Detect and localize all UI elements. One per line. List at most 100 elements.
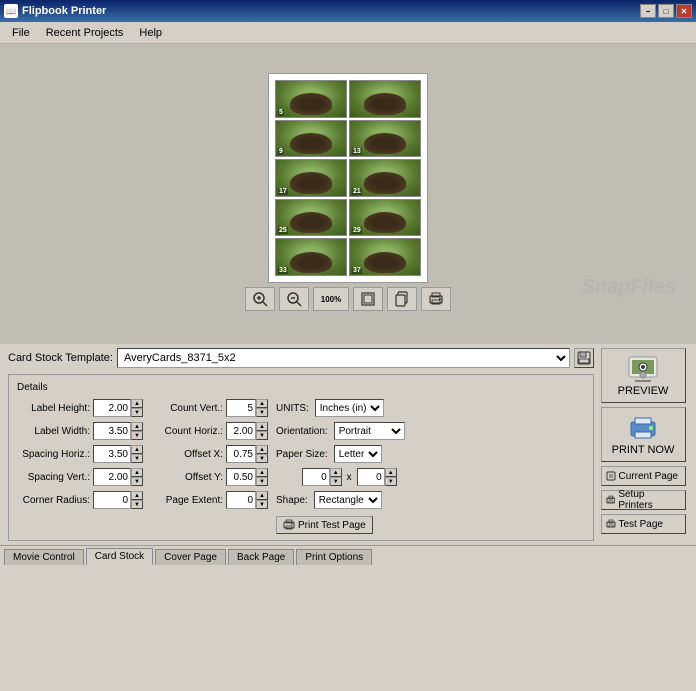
count-vert-input[interactable]: 5 ▲ ▼ bbox=[226, 399, 268, 417]
template-select[interactable]: AveryCards_8371_5x2 bbox=[117, 348, 570, 368]
current-page-button[interactable]: Current Page bbox=[601, 466, 686, 486]
count-vert-up[interactable]: ▲ bbox=[256, 399, 268, 408]
test-page-button[interactable]: Test Page bbox=[601, 514, 686, 534]
count-vert-value[interactable]: 5 bbox=[226, 399, 256, 417]
zoom-out-button[interactable] bbox=[279, 287, 309, 311]
offset-y-label: Offset Y: bbox=[151, 472, 223, 483]
label-width-value[interactable]: 3.50 bbox=[93, 422, 131, 440]
paper-size-select[interactable]: Letter A4 bbox=[334, 445, 382, 463]
paper-h-input[interactable]: ▲ ▼ bbox=[357, 468, 397, 486]
print-test-label: Print Test Page bbox=[298, 520, 366, 531]
tab-movie-control[interactable]: Movie Control bbox=[4, 549, 84, 565]
menu-help[interactable]: Help bbox=[131, 25, 170, 41]
tab-back-page[interactable]: Back Page bbox=[228, 549, 294, 565]
offset-x-label: Offset X: bbox=[151, 449, 223, 460]
offset-x-down[interactable]: ▼ bbox=[256, 454, 268, 463]
paper-preview: 5 9 13 17 21 25 29 bbox=[268, 73, 428, 283]
minimize-button[interactable]: − bbox=[640, 4, 656, 18]
corner-radius-value[interactable]: 0 bbox=[93, 491, 131, 509]
preview-toolbar: 100% bbox=[245, 283, 451, 315]
spacing-horiz-up[interactable]: ▲ bbox=[131, 445, 143, 454]
bottom-section: Card Stock Template: AveryCards_8371_5x2… bbox=[0, 344, 696, 545]
spacing-horiz-value[interactable]: 3.50 bbox=[93, 445, 131, 463]
corner-radius-up[interactable]: ▲ bbox=[131, 491, 143, 500]
label-width-input[interactable]: 3.50 ▲ ▼ bbox=[93, 422, 143, 440]
page-extent-up[interactable]: ▲ bbox=[256, 491, 268, 500]
title-bar-controls[interactable]: − □ ✕ bbox=[640, 4, 692, 18]
count-horiz-value[interactable]: 2.00 bbox=[226, 422, 256, 440]
zoom-100-button[interactable]: 100% bbox=[313, 287, 349, 311]
orientation-label: Orientation: bbox=[276, 426, 328, 437]
tab-cover-page[interactable]: Cover Page bbox=[155, 549, 226, 565]
label-height-up[interactable]: ▲ bbox=[131, 399, 143, 408]
current-page-label: Current Page bbox=[619, 471, 678, 482]
spacing-vert-down[interactable]: ▼ bbox=[131, 477, 143, 486]
offset-x-up[interactable]: ▲ bbox=[256, 445, 268, 454]
paper-cell-6: 21 bbox=[349, 159, 421, 197]
offset-y-value[interactable]: 0.50 bbox=[226, 468, 256, 486]
units-select[interactable]: Inches (in) bbox=[315, 399, 384, 417]
label-width-up[interactable]: ▲ bbox=[131, 422, 143, 431]
close-button[interactable]: ✕ bbox=[676, 4, 692, 18]
preview-button[interactable]: PREVIEW bbox=[601, 348, 686, 403]
orientation-select[interactable]: Portrait Landscape bbox=[334, 422, 405, 440]
offset-y-input[interactable]: 0.50 ▲ ▼ bbox=[226, 468, 268, 486]
tab-card-stock[interactable]: Card Stock bbox=[86, 548, 153, 565]
tab-print-options[interactable]: Print Options bbox=[296, 549, 372, 565]
fit-page-button[interactable] bbox=[353, 287, 383, 311]
label-height-value[interactable]: 2.00 bbox=[93, 399, 131, 417]
count-horiz-input[interactable]: 2.00 ▲ ▼ bbox=[226, 422, 268, 440]
paper-w-spacer bbox=[282, 472, 299, 483]
spacing-vert-value[interactable]: 2.00 bbox=[93, 468, 131, 486]
corner-radius-input[interactable]: 0 ▲ ▼ bbox=[93, 491, 143, 509]
window-title: Flipbook Printer bbox=[22, 5, 106, 17]
spacing-horiz-down[interactable]: ▼ bbox=[131, 454, 143, 463]
paper-cell-8: 29 bbox=[349, 199, 421, 237]
copy-button[interactable] bbox=[387, 287, 417, 311]
offset-y-down[interactable]: ▼ bbox=[256, 477, 268, 486]
page-extent-input[interactable]: 0 ▲ ▼ bbox=[226, 491, 268, 509]
spacing-vert-input[interactable]: 2.00 ▲ ▼ bbox=[93, 468, 143, 486]
title-bar: 📖 Flipbook Printer − □ ✕ bbox=[0, 0, 696, 22]
page-extent-value[interactable]: 0 bbox=[226, 491, 256, 509]
print-test-button[interactable]: Print Test Page bbox=[276, 516, 373, 534]
paper-h-down[interactable]: ▼ bbox=[385, 477, 397, 486]
offset-x-value[interactable]: 0.75 bbox=[226, 445, 256, 463]
paper-w-up[interactable]: ▲ bbox=[330, 468, 342, 477]
page-extent-down[interactable]: ▼ bbox=[256, 500, 268, 509]
label-height-down[interactable]: ▼ bbox=[131, 408, 143, 417]
count-horiz-down[interactable]: ▼ bbox=[256, 431, 268, 440]
paper-cell-2 bbox=[349, 80, 421, 118]
tabs-bar: Movie Control Card Stock Cover Page Back… bbox=[0, 545, 696, 565]
offset-y-up[interactable]: ▲ bbox=[256, 468, 268, 477]
corner-radius-down[interactable]: ▼ bbox=[131, 500, 143, 509]
shape-select[interactable]: Rectangle Rounded Oval bbox=[314, 491, 382, 509]
count-horiz-up[interactable]: ▲ bbox=[256, 422, 268, 431]
setup-printers-button[interactable]: Setup Printers bbox=[601, 490, 686, 510]
print-toolbar-button[interactable] bbox=[421, 287, 451, 311]
template-row: Card Stock Template: AveryCards_8371_5x2 bbox=[8, 348, 594, 368]
zoom-in-button[interactable] bbox=[245, 287, 275, 311]
label-width-down[interactable]: ▼ bbox=[131, 431, 143, 440]
paper-w-input[interactable]: ▲ ▼ bbox=[302, 468, 342, 486]
print-now-button[interactable]: PRINT NOW bbox=[601, 407, 686, 462]
menu-recent-projects[interactable]: Recent Projects bbox=[38, 25, 132, 41]
maximize-button[interactable]: □ bbox=[658, 4, 674, 18]
paper-w-down[interactable]: ▼ bbox=[330, 477, 342, 486]
cell-number-9: 33 bbox=[278, 267, 288, 274]
offset-x-input[interactable]: 0.75 ▲ ▼ bbox=[226, 445, 268, 463]
label-width-label: Label Width: bbox=[15, 426, 90, 437]
paper-h-up[interactable]: ▲ bbox=[385, 468, 397, 477]
menu-bar: File Recent Projects Help bbox=[0, 22, 696, 44]
cell-number-6: 21 bbox=[352, 188, 362, 195]
paper-w-value[interactable] bbox=[302, 468, 330, 486]
offset-y-row: Offset Y: 0.50 ▲ ▼ bbox=[151, 468, 268, 486]
spacing-horiz-input[interactable]: 3.50 ▲ ▼ bbox=[93, 445, 143, 463]
label-height-input[interactable]: 2.00 ▲ ▼ bbox=[93, 399, 143, 417]
paper-h-value[interactable] bbox=[357, 468, 385, 486]
count-vert-down[interactable]: ▼ bbox=[256, 408, 268, 417]
paper-cell-1: 5 bbox=[275, 80, 347, 118]
save-template-button[interactable] bbox=[574, 348, 594, 368]
spacing-vert-up[interactable]: ▲ bbox=[131, 468, 143, 477]
menu-file[interactable]: File bbox=[4, 25, 38, 41]
